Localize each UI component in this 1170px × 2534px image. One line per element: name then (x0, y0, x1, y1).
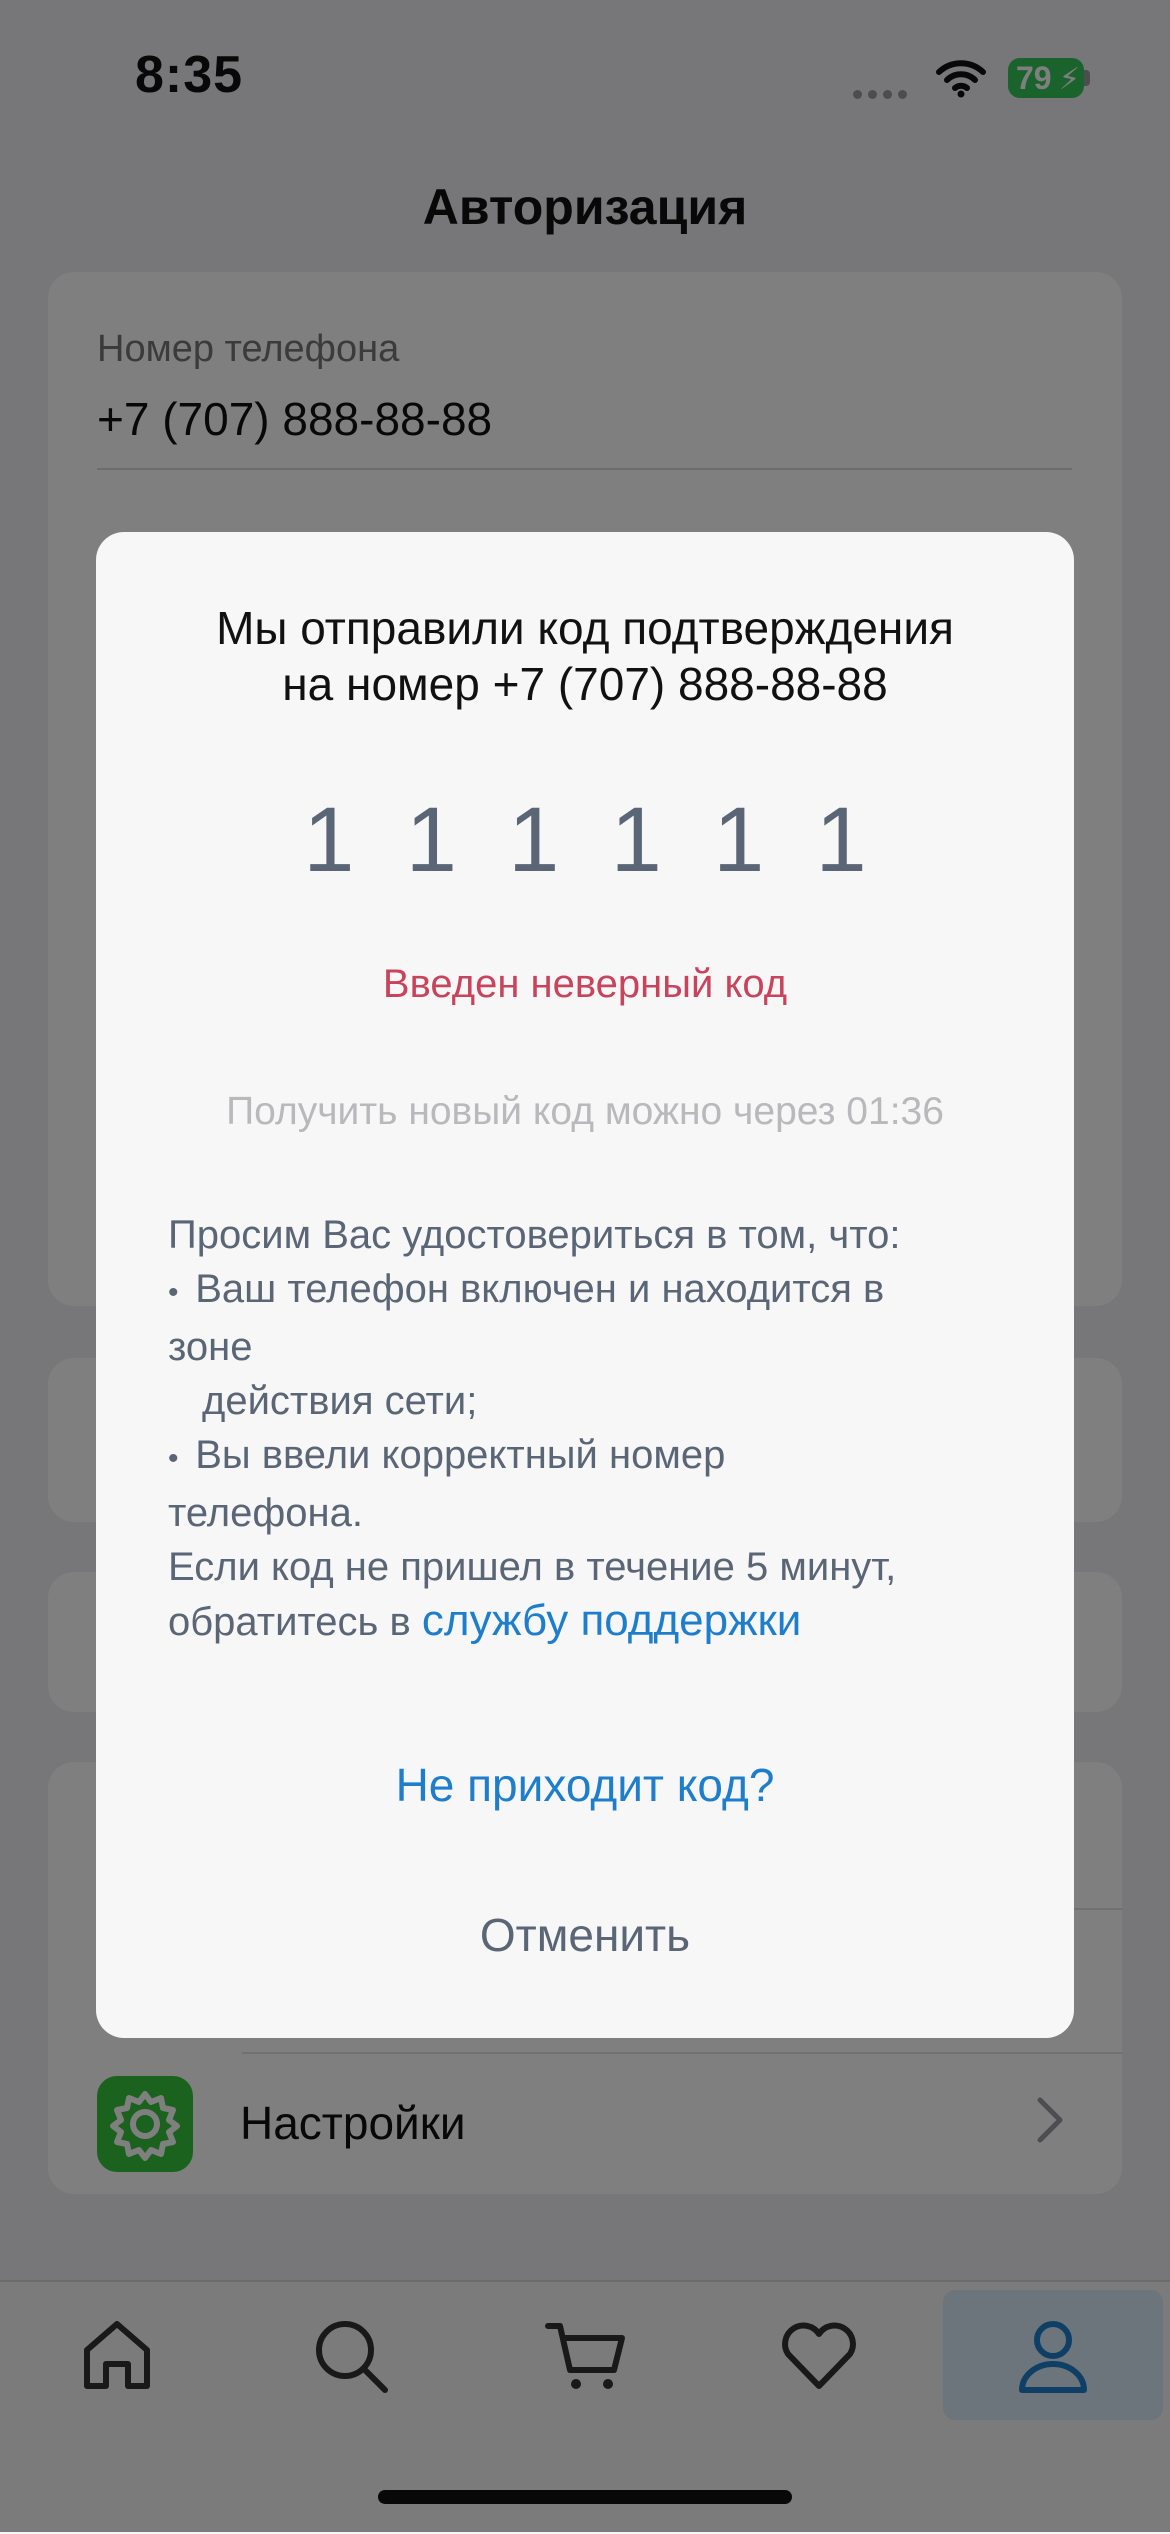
resend-timer: Получить новый код можно через 01:36 (226, 1090, 944, 1133)
help-outro: Если код не пришел в течение 5 минут, (168, 1545, 897, 1589)
bullet-text: зоне (168, 1325, 253, 1369)
error-message: Введен неверный код (382, 962, 788, 1006)
dialog-title: Мы отправили код подтверждения на номер … (96, 600, 1074, 712)
bullet-text: действия сети; (202, 1379, 478, 1423)
code-input[interactable]: 1 1 1 1 1 1 (96, 788, 1074, 893)
dialog-title-line: Мы отправили код подтверждения (216, 602, 954, 654)
help-intro: Просим Вас удостовериться в том, что: (168, 1213, 901, 1257)
code-digit[interactable]: 1 (382, 788, 480, 893)
bullet-text: телефона. (168, 1491, 363, 1535)
support-link[interactable]: службу поддержки (422, 1596, 801, 1645)
help-text: Просим Вас удостовериться в том, что: • … (168, 1208, 998, 1649)
bullet-text: Вы ввели корректный номер (195, 1433, 726, 1477)
help-outro-line: обратитесь в службу поддержки (168, 1594, 998, 1649)
bullet-item: • Вы ввели корректный номер (168, 1428, 998, 1486)
bullet-item: • Ваш телефон включен и находится в (168, 1262, 998, 1320)
dialog-title-line: на номер +7 (707) 888-88-88 (282, 658, 888, 710)
code-digit[interactable]: 1 (792, 788, 890, 893)
bullet-dot-icon: • (168, 1442, 196, 1475)
code-digit[interactable]: 1 (280, 788, 378, 893)
bullet-text: Ваш телефон включен и находится в (195, 1267, 885, 1311)
code-digit[interactable]: 1 (587, 788, 685, 893)
code-digit[interactable]: 1 (690, 788, 788, 893)
code-digit[interactable]: 1 (485, 788, 583, 893)
bullet-dot-icon: • (168, 1276, 196, 1309)
no-code-button[interactable]: Не приходит код? (96, 1758, 1074, 1812)
cancel-button[interactable]: Отменить (96, 1908, 1074, 1962)
help-outro-prefix: обратитесь в (168, 1600, 411, 1644)
